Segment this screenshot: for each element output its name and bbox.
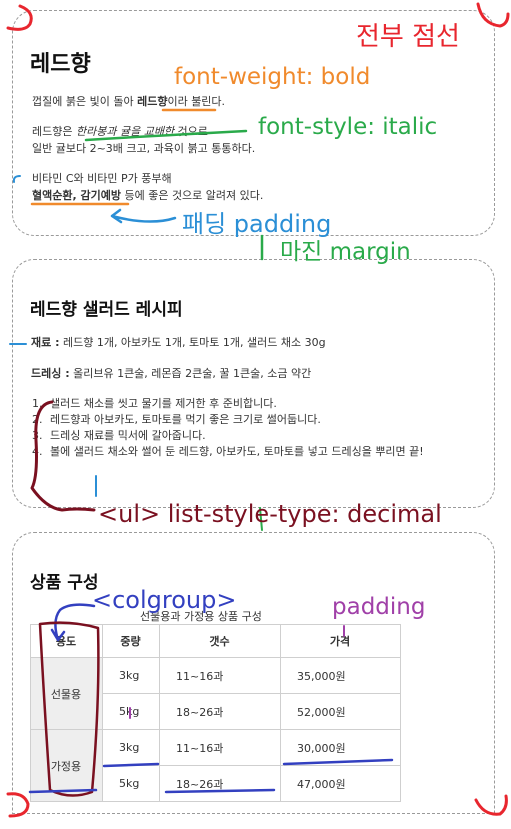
annotation-colgroup: <colgroup>	[92, 586, 237, 614]
row-underline	[28, 788, 98, 794]
annotation-ul-decimal: <ul> list-style-type: decimal	[98, 500, 442, 528]
corner-mark	[474, 794, 508, 816]
corner-mark	[6, 4, 33, 31]
annotation-margin: 마진 margin	[280, 239, 411, 265]
padding-bracket	[12, 175, 21, 183]
row-underline	[164, 788, 276, 794]
underline-mark	[84, 129, 248, 142]
colgroup-outline	[38, 621, 100, 797]
ul-bracket	[30, 400, 96, 512]
corner-mark	[476, 2, 510, 28]
padding-arrow	[110, 208, 177, 224]
annotation-font-style: font-style: italic	[258, 114, 438, 140]
row-underline	[282, 758, 394, 766]
corner-mark	[6, 792, 30, 818]
annotation-padding-table: padding	[332, 594, 426, 620]
annotation-dashed-all: 전부 점선	[356, 22, 460, 52]
row-underline	[102, 762, 160, 768]
annotation-font-weight: font-weight: bold	[174, 64, 371, 90]
